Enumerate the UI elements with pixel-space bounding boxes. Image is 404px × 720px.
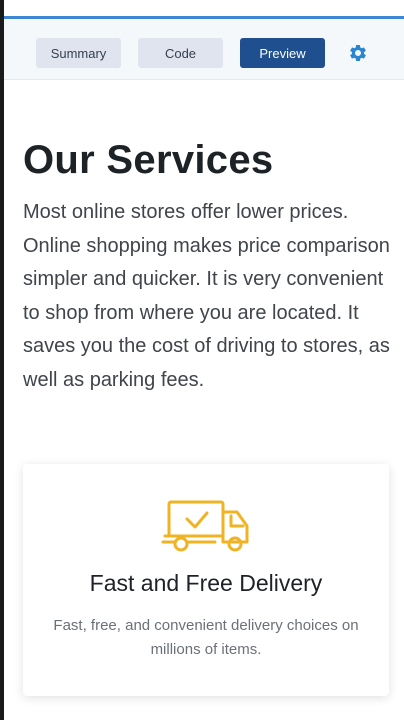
delivery-truck-icon [161,500,249,552]
toolbar: Summary Code Preview [4,19,404,80]
intro-paragraph: Most online stores offer lower prices. O… [23,201,390,391]
tab-code[interactable]: Code [138,38,223,68]
card-title: Fast and Free Delivery [89,570,323,596]
tab-preview[interactable]: Preview [240,38,325,68]
window-edge [0,0,4,720]
card-description: Fast, free, and convenient delivery choi… [53,617,359,658]
tab-summary[interactable]: Summary [36,38,121,68]
gear-icon[interactable] [348,43,368,63]
page-title: Our Services [23,138,274,182]
service-card: Fast and Free Delivery Fast, free, and c… [23,464,389,696]
main-content: Our Services Most online stores offer lo… [23,80,393,398]
